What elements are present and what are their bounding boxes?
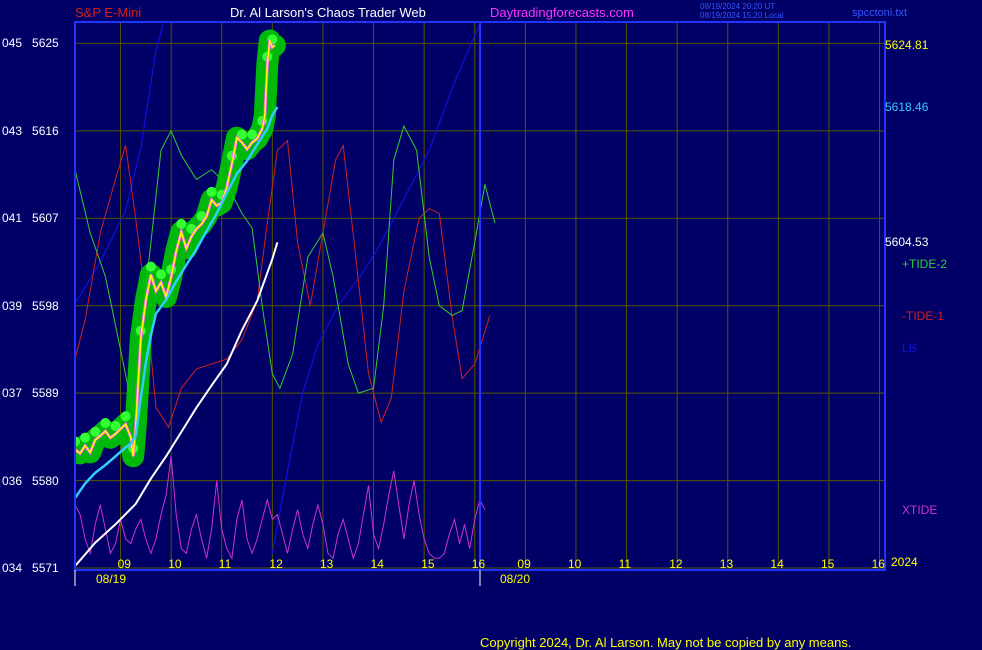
time-local: 08/19/2024 15:20 Local xyxy=(700,11,784,20)
copyright: Copyright 2024, Dr. Al Larson. May not b… xyxy=(480,635,852,650)
y-tick-label: 034 5571 xyxy=(2,561,59,575)
y-tick-right: 5571 xyxy=(32,561,59,575)
year-label: 2024 xyxy=(891,555,918,569)
chart-canvas xyxy=(74,21,886,586)
y-tick-right: 5625 xyxy=(32,36,59,51)
symbol-title: S&P E-Mini xyxy=(75,5,142,20)
y-tick-right: 5589 xyxy=(32,386,59,401)
y-tick-label: 045 5625 xyxy=(2,36,59,50)
x-hour-label: 15 xyxy=(821,557,835,571)
ticks-layer xyxy=(74,570,481,586)
x-hour-label: 09 xyxy=(117,557,131,571)
x-hour-label: 14 xyxy=(370,557,384,571)
y-tick-left: 043 xyxy=(2,123,23,138)
y-tick-left: 039 xyxy=(2,298,23,313)
y-tick-right: 5616 xyxy=(32,123,59,138)
series-label: -TIDE-1 xyxy=(902,309,944,323)
x-hour-label: 10 xyxy=(568,557,582,571)
y-tick-right: 5580 xyxy=(32,473,59,488)
y-tick-right: 5607 xyxy=(32,211,59,226)
x-hour-label: 12 xyxy=(269,557,283,571)
last-value-label: 5624.81 xyxy=(885,38,929,53)
x-hour-label: 16 xyxy=(871,557,885,571)
last-value-label: 5618.46 xyxy=(885,99,929,114)
x-date-label: 08/20 xyxy=(500,572,531,586)
x-hour-label: 13 xyxy=(719,557,734,571)
price-band-marker xyxy=(156,269,167,280)
y-tick-label: 037 5589 xyxy=(2,386,59,400)
y-tick-label: 036 5580 xyxy=(2,474,59,488)
data-file: spcctoni.txt xyxy=(852,7,908,19)
x-hour-label: 12 xyxy=(669,557,683,571)
series-label: LB xyxy=(902,341,917,355)
series-label: XTIDE xyxy=(902,503,938,517)
price-band xyxy=(75,29,286,468)
x-hour-label: 11 xyxy=(618,557,632,571)
x-date-label: 08/19 xyxy=(96,572,127,586)
site-link[interactable]: Daytradingforecasts.com xyxy=(490,6,634,20)
price-band-marker xyxy=(206,186,217,197)
series-xtide xyxy=(75,456,486,561)
x-hour-label: 15 xyxy=(421,557,435,571)
x-hour-label: 10 xyxy=(168,557,182,571)
y-tick-right: 5598 xyxy=(32,298,59,313)
time-utc: 08/19/2024 20:20 UT xyxy=(700,2,776,11)
price-band-marker xyxy=(145,261,156,272)
price-band-marker xyxy=(100,418,111,429)
y-tick-label: 041 5607 xyxy=(2,211,59,225)
chart-title: Dr. Al Larson's Chaos Trader Web xyxy=(230,5,426,20)
series-label: +TIDE-2 xyxy=(902,257,948,271)
y-tick-left: 045 xyxy=(2,36,23,51)
x-hour-label: 11 xyxy=(218,557,232,571)
series-group xyxy=(75,22,496,567)
y-tick-left: 036 xyxy=(2,473,23,488)
y-tick-label: 043 5616 xyxy=(2,124,59,138)
y-tick-left: 034 xyxy=(2,561,23,575)
last-value-label: 5604.53 xyxy=(885,235,929,250)
price-band-marker xyxy=(80,432,91,443)
price-band-marker xyxy=(120,411,131,422)
y-tick-label: 039 5598 xyxy=(2,299,59,313)
series-layer xyxy=(75,22,496,567)
y-tick-left: 041 xyxy=(2,211,23,226)
x-hour-label: 14 xyxy=(770,557,784,571)
x-hour-label: 13 xyxy=(320,557,334,571)
y-tick-left: 037 xyxy=(2,386,23,401)
x-hour-label: 16 xyxy=(471,557,486,571)
x-hour-label: 09 xyxy=(517,557,531,571)
